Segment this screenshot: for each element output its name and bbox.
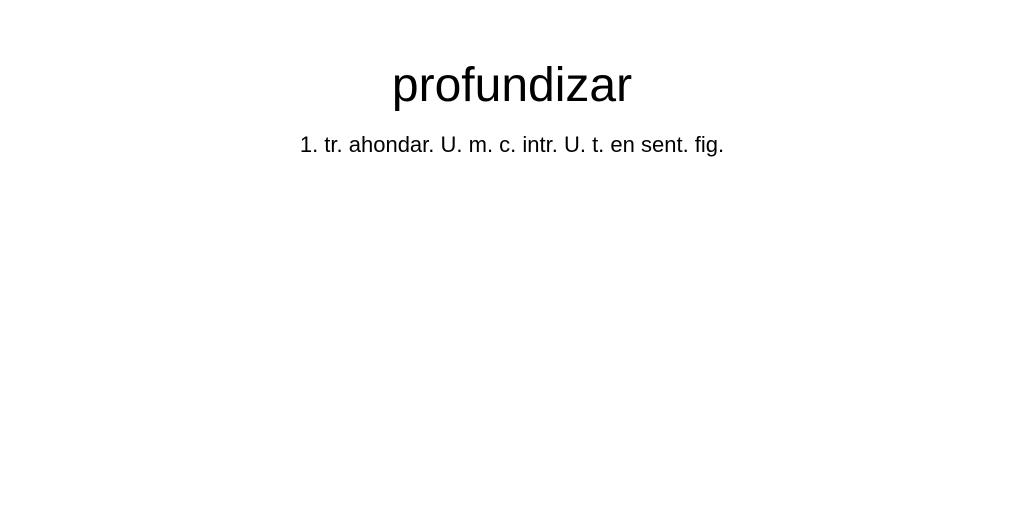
dictionary-entry-card: profundizar 1. tr. ahondar. U. m. c. int…	[0, 0, 1024, 512]
entry-definition: 1. tr. ahondar. U. m. c. intr. U. t. en …	[299, 132, 725, 157]
entry-headword: profundizar	[391, 59, 633, 112]
